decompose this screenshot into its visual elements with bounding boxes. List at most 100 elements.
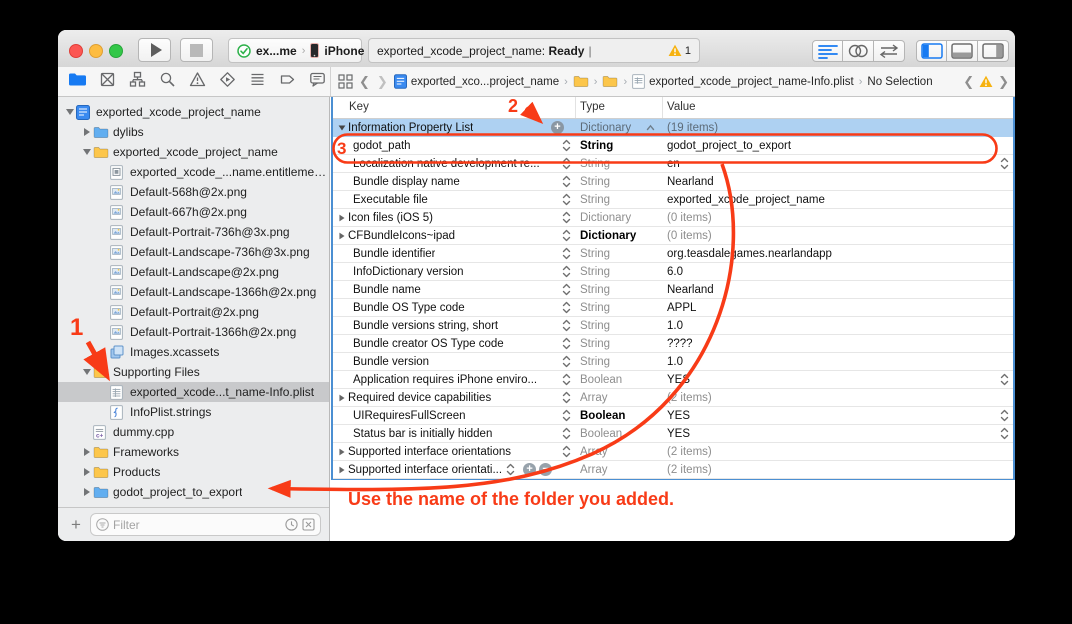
plist-row[interactable]: Bundle versionString1.0 [333, 353, 1013, 371]
plist-row[interactable]: godot_pathStringgodot_project_to_export [333, 137, 1013, 155]
sidebar-item[interactable]: Default-568h@2x.png [58, 182, 329, 202]
plist-row[interactable]: Executable fileStringexported_xcode_proj… [333, 191, 1013, 209]
stop-button[interactable] [180, 38, 213, 62]
breadcrumb-item[interactable]: No Selection [867, 76, 932, 88]
key-stepper[interactable] [562, 229, 571, 242]
disclosure-triangle-icon[interactable] [64, 109, 76, 115]
add-row-button[interactable]: + [551, 121, 564, 134]
sidebar-item[interactable]: dylibs [58, 122, 329, 142]
key-stepper[interactable] [562, 319, 571, 332]
plist-row[interactable]: Application requires iPhone enviro...Boo… [333, 371, 1013, 389]
related-items-icon[interactable] [338, 74, 353, 89]
sidebar-item[interactable]: exported_xcode_project_name [58, 102, 329, 122]
scm-status-filter-icon[interactable] [302, 518, 315, 531]
plist-row[interactable]: Bundle nameStringNearland [333, 281, 1013, 299]
key-stepper[interactable] [562, 337, 571, 350]
report-navigator-button[interactable] [307, 71, 328, 92]
key-stepper[interactable] [562, 265, 571, 278]
breadcrumb-item[interactable]: exported_xcode_project_name-Info.plist [632, 74, 854, 89]
key-stepper[interactable] [562, 409, 571, 422]
disclosure-triangle-icon[interactable] [336, 448, 348, 456]
sidebar-item[interactable]: Frameworks [58, 442, 329, 462]
scheme-selector[interactable]: ex...me › iPhone [228, 38, 362, 63]
breadcrumb-item[interactable] [602, 75, 618, 88]
disclosure-triangle-icon[interactable] [336, 214, 348, 222]
forward-icon[interactable]: ❯ [376, 74, 389, 90]
disclosure-triangle-icon[interactable] [81, 369, 93, 375]
standard-editor-button[interactable] [812, 40, 843, 62]
minimize-button[interactable] [89, 44, 103, 58]
sidebar-item[interactable]: Default-Landscape-736h@3x.png [58, 242, 329, 262]
navigator-panel-button[interactable] [916, 40, 947, 62]
filter-field[interactable]: Filter [90, 513, 321, 536]
sidebar-item[interactable]: exported_xcode_...name.entitlements [58, 162, 329, 182]
key-stepper[interactable] [562, 301, 571, 314]
key-stepper[interactable] [562, 211, 571, 224]
back-icon[interactable]: ❮ [358, 74, 371, 90]
utilities-panel-button[interactable] [978, 40, 1009, 62]
disclosure-triangle-icon[interactable] [81, 468, 93, 476]
key-stepper[interactable] [562, 247, 571, 260]
plist-row[interactable]: Status bar is initially hiddenBooleanYES [333, 425, 1013, 443]
sidebar-item[interactable]: Images.xcassets [58, 342, 329, 362]
sidebar-item[interactable]: Products [58, 462, 329, 482]
plist-row[interactable]: Information Property List+Dictionary(19 … [333, 119, 1013, 137]
source-control-button[interactable] [97, 71, 118, 92]
key-stepper[interactable] [562, 175, 571, 188]
plist-row[interactable]: Bundle creator OS Type codeString???? [333, 335, 1013, 353]
find-navigator-button[interactable] [157, 71, 178, 92]
value-stepper[interactable] [1000, 373, 1009, 388]
zoom-button[interactable] [109, 44, 123, 58]
key-stepper[interactable] [562, 391, 571, 404]
sidebar-item[interactable]: Default-Landscape-1366h@2x.png [58, 282, 329, 302]
value-stepper[interactable] [1000, 409, 1009, 424]
sidebar-item[interactable]: exported_xcode_project_name [58, 142, 329, 162]
jumpbar-warning-icon[interactable] [979, 75, 993, 88]
project-navigator-button[interactable] [67, 71, 88, 92]
warning-badge[interactable]: 1 [668, 44, 691, 57]
sidebar-item[interactable]: Default-Portrait-736h@3x.png [58, 222, 329, 242]
key-stepper[interactable] [562, 445, 571, 458]
plist-row[interactable]: Icon files (iOS 5)Dictionary(0 items) [333, 209, 1013, 227]
plist-row[interactable]: Supported interface orientati...+−Array(… [333, 461, 1013, 479]
sidebar-item[interactable]: InfoPlist.strings [58, 402, 329, 422]
disclosure-triangle-icon[interactable] [336, 125, 348, 131]
add-row-button[interactable]: + [523, 463, 536, 476]
key-stepper[interactable] [562, 139, 571, 152]
value-stepper[interactable] [1000, 427, 1009, 442]
plist-row[interactable]: Bundle OS Type codeStringAPPL [333, 299, 1013, 317]
add-file-button[interactable]: + [66, 515, 86, 535]
sidebar-item[interactable]: Default-Portrait@2x.png [58, 302, 329, 322]
value-stepper[interactable] [1000, 157, 1009, 172]
plist-row[interactable]: UIRequiresFullScreenBooleanYES [333, 407, 1013, 425]
assistant-editor-button[interactable] [843, 40, 874, 62]
disclosure-triangle-icon[interactable] [81, 488, 93, 496]
key-stepper[interactable] [506, 463, 515, 476]
sidebar-item[interactable]: godot_project_to_export [58, 482, 329, 502]
activity-viewer[interactable]: exported_xcode_project_name: Ready| 1 [368, 38, 700, 63]
plist-row[interactable]: Supported interface orientationsArray(2 … [333, 443, 1013, 461]
remove-row-button[interactable]: − [539, 463, 552, 476]
run-button[interactable] [138, 38, 171, 62]
key-stepper[interactable] [562, 373, 571, 386]
test-navigator-button[interactable] [217, 71, 238, 92]
sidebar-item[interactable]: Default-Portrait-1366h@2x.png [58, 322, 329, 342]
column-header-type[interactable]: Type [576, 97, 663, 118]
column-header-key[interactable]: Key [333, 97, 576, 118]
key-stepper[interactable] [562, 283, 571, 296]
key-stepper[interactable] [562, 193, 571, 206]
close-button[interactable] [69, 44, 83, 58]
sidebar-item[interactable]: exported_xcode...t_name-Info.plist [58, 382, 329, 402]
key-stepper[interactable] [562, 157, 571, 170]
symbol-navigator-button[interactable] [127, 71, 148, 92]
disclosure-triangle-icon[interactable] [336, 466, 348, 474]
disclosure-triangle-icon[interactable] [81, 448, 93, 456]
sidebar-item[interactable]: Default-667h@2x.png [58, 202, 329, 222]
disclosure-triangle-icon[interactable] [81, 149, 93, 155]
plist-row[interactable]: Localization native development re...Str… [333, 155, 1013, 173]
key-stepper[interactable] [562, 427, 571, 440]
breakpoint-navigator-button[interactable] [277, 71, 298, 92]
issue-navigator-button[interactable] [187, 71, 208, 92]
debug-navigator-button[interactable] [247, 71, 268, 92]
breadcrumb-item[interactable]: exported_xco...project_name [394, 74, 559, 89]
